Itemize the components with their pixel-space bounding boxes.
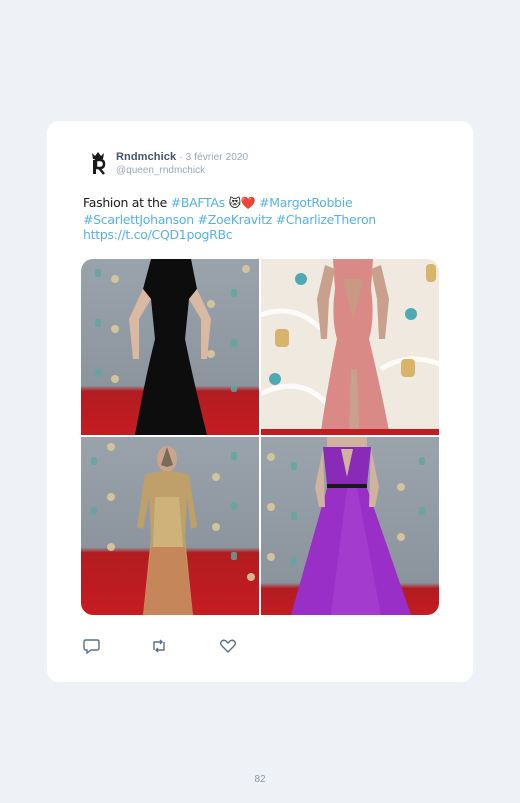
photo-black-gown[interactable] xyxy=(81,259,259,435)
photo-grid xyxy=(81,259,439,615)
hashtags-line[interactable]: #ScarlettJohanson #ZoeKravitz #CharlizeT… xyxy=(83,212,376,227)
author-handle[interactable]: @queen_rndmchick xyxy=(116,165,205,176)
page-number: 82 xyxy=(254,774,266,785)
reply-icon[interactable] xyxy=(83,638,101,655)
tweet-actions xyxy=(83,638,283,656)
emoji: 😻❤️ xyxy=(228,196,256,210)
tweet-text: Fashion at the #BAFTAs 😻❤️ #MargotRobbie… xyxy=(83,195,403,243)
retweet-icon[interactable] xyxy=(150,638,168,654)
hashtag-baftas[interactable]: #BAFTAs xyxy=(171,195,226,210)
tweet-url[interactable]: https://t.co/CQD1pogRBc xyxy=(83,227,233,242)
heart-icon[interactable] xyxy=(219,638,237,654)
tweet-text-prefix: Fashion at the xyxy=(83,195,171,210)
author-name[interactable]: Rndmchick xyxy=(116,151,176,163)
avatar[interactable] xyxy=(87,150,109,176)
photo-purple-gown[interactable] xyxy=(261,437,439,615)
tweet-card: Rndmchick · 3 février 2020 @queen_rndmch… xyxy=(47,121,473,682)
author-line[interactable]: Rndmchick · 3 février 2020 xyxy=(116,151,248,163)
tweet-date: · 3 février 2020 xyxy=(179,152,249,163)
hashtag-margot-robbie[interactable]: #MargotRobbie xyxy=(259,195,353,210)
photo-gold-sequin-gown[interactable] xyxy=(81,437,259,615)
photo-pink-feather-gown[interactable] xyxy=(261,259,439,435)
